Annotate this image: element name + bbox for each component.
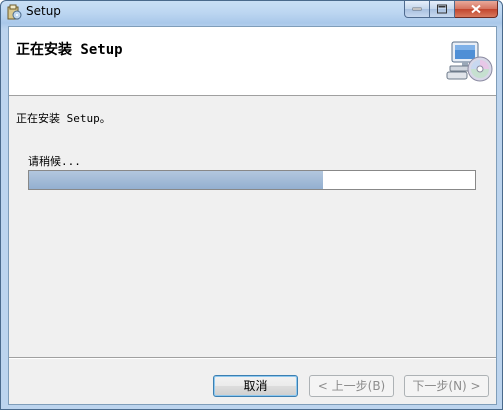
computer-cd-icon — [446, 39, 494, 83]
status-message: 正在安装 Setup。 — [16, 112, 111, 125]
maximize-button[interactable] — [430, 1, 455, 18]
client-area: 正在安装 Setup 正在安装 Setup。 请稍候... 取消 < 上一步(B… — [8, 26, 497, 405]
minimize-icon — [412, 7, 422, 11]
window-title: Setup — [26, 4, 61, 18]
installer-icon — [6, 4, 22, 20]
progress-bar — [28, 170, 476, 190]
header-banner: 正在安装 Setup — [9, 27, 496, 96]
installer-window: Setup 正在安装 Setup 正在安装 Setup。 请稍候... 取消 <… — [0, 0, 503, 410]
cancel-button[interactable]: 取消 — [213, 375, 298, 397]
page-title: 正在安装 Setup — [16, 42, 123, 58]
back-button[interactable]: < 上一步(B) — [309, 375, 394, 397]
caption-buttons — [404, 1, 498, 19]
close-icon — [471, 4, 481, 14]
close-button[interactable] — [455, 1, 498, 18]
button-divider — [9, 357, 496, 359]
progress-fill — [29, 171, 324, 189]
wait-label: 请稍候... — [28, 155, 81, 168]
next-button[interactable]: 下一步(N) > — [404, 375, 489, 397]
minimize-button[interactable] — [404, 1, 430, 18]
title-bar[interactable]: Setup — [1, 1, 502, 25]
maximize-icon — [437, 4, 447, 14]
